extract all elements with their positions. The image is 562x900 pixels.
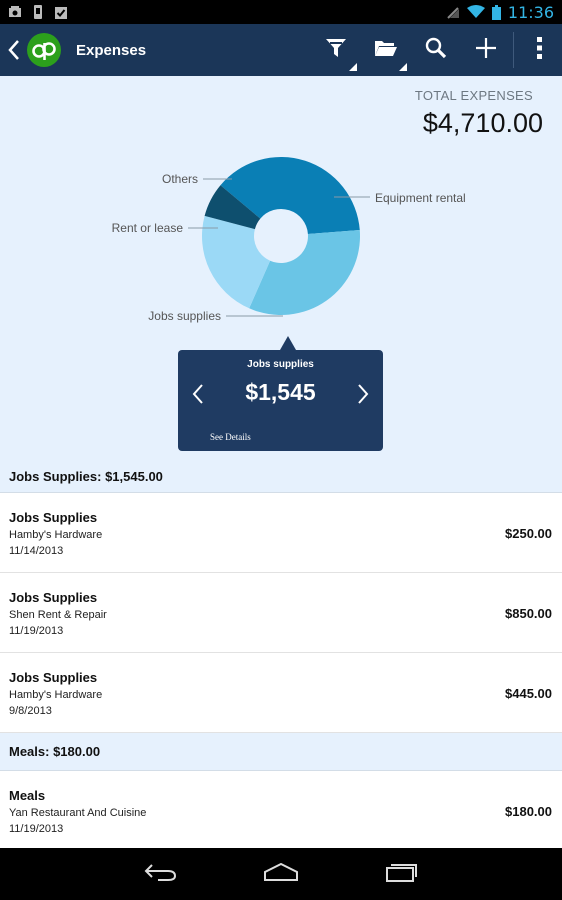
group-header: Meals: $180.00 xyxy=(0,733,562,771)
chevron-right-icon xyxy=(357,383,369,410)
pie-slice-jobs-supplies[interactable] xyxy=(249,230,360,315)
list-item[interactable]: Jobs Supplies Hamby's Hardware 11/14/201… xyxy=(0,493,562,573)
see-details-link[interactable]: See Details xyxy=(210,432,251,442)
expense-date: 11/14/2013 xyxy=(9,545,64,557)
nav-back-button[interactable] xyxy=(101,848,221,900)
expense-category: Jobs Supplies xyxy=(9,590,98,605)
next-category-button[interactable] xyxy=(351,382,375,410)
list-item[interactable]: Jobs Supplies Hamby's Hardware 9/8/2013 … xyxy=(0,653,562,733)
more-vertical-icon xyxy=(537,36,543,64)
quickbooks-logo[interactable] xyxy=(27,33,61,67)
expense-amount: $250.00 xyxy=(505,526,552,541)
expense-list: Jobs Supplies: $1,545.00 Jobs Supplies H… xyxy=(0,461,562,848)
nav-recents-button[interactable] xyxy=(341,848,461,900)
expense-amount: $850.00 xyxy=(505,606,552,621)
battery-icon xyxy=(491,5,501,20)
expense-vendor: Hamby's Hardware xyxy=(9,689,103,701)
back-arrow-icon xyxy=(144,862,178,887)
overflow-menu-button[interactable] xyxy=(518,24,562,76)
group-header: Jobs Supplies: $1,545.00 xyxy=(0,461,562,493)
expense-date: 11/19/2013 xyxy=(9,823,64,835)
expense-vendor: Shen Rent & Repair xyxy=(9,609,107,621)
folder-icon xyxy=(374,38,398,63)
status-bar: 11:36 xyxy=(0,0,562,24)
expense-date: 9/8/2013 xyxy=(9,705,52,717)
clipboard-check-icon xyxy=(54,5,68,19)
expense-category: Jobs Supplies xyxy=(9,670,98,685)
expense-date: 11/19/2013 xyxy=(9,625,64,637)
wifi-icon xyxy=(466,5,485,19)
status-time: 11:36 xyxy=(507,2,554,22)
plus-icon xyxy=(475,37,497,64)
expense-amount: $445.00 xyxy=(505,686,552,701)
nav-home-button[interactable] xyxy=(221,848,341,900)
expense-category: Jobs Supplies xyxy=(9,510,98,525)
no-signal-icon xyxy=(446,5,460,19)
pie-slice-label: Jobs supplies xyxy=(148,309,221,323)
action-divider xyxy=(513,32,514,68)
pie-slice-label: Others xyxy=(162,172,198,186)
search-icon xyxy=(425,37,447,64)
list-item[interactable]: Meals Yan Restaurant And Cuisine 11/19/2… xyxy=(0,771,562,848)
app-screen: 11:36 Expenses TOTAL EXPENSES $4,710.00 … xyxy=(0,0,562,900)
page-title: Expenses xyxy=(76,41,147,59)
popover-category-name: Jobs supplies xyxy=(247,359,314,370)
home-icon xyxy=(263,862,299,886)
search-button[interactable] xyxy=(411,24,461,76)
action-bar: Expenses xyxy=(0,24,562,76)
expense-donut-chart[interactable]: Equipment rental Jobs supplies Rent or lea… xyxy=(0,76,562,346)
back-chevron-icon[interactable] xyxy=(3,24,25,76)
filter-button[interactable] xyxy=(311,24,361,76)
folder-button[interactable] xyxy=(361,24,411,76)
pie-slice-label: Equipment rental xyxy=(375,191,466,205)
expense-vendor: Yan Restaurant And Cuisine xyxy=(9,807,147,819)
device-notification-icon xyxy=(31,5,45,19)
expense-vendor: Hamby's Hardware xyxy=(9,529,103,541)
expense-amount: $180.00 xyxy=(505,804,552,819)
expense-category: Meals xyxy=(9,788,46,803)
filter-icon xyxy=(324,36,348,65)
category-popover: Jobs supplies $1,545 See Details xyxy=(178,336,383,451)
add-expense-button[interactable] xyxy=(461,24,511,76)
popover-arrow xyxy=(280,336,296,350)
photo-notification-icon xyxy=(8,5,22,19)
system-navigation-bar xyxy=(0,848,562,900)
expense-summary: TOTAL EXPENSES $4,710.00 Equipment renta… xyxy=(0,76,562,461)
list-item[interactable]: Jobs Supplies Shen Rent & Repair 11/19/2… xyxy=(0,573,562,653)
recent-apps-icon xyxy=(385,862,417,887)
pie-slice-label: Rent or lease xyxy=(112,221,184,235)
